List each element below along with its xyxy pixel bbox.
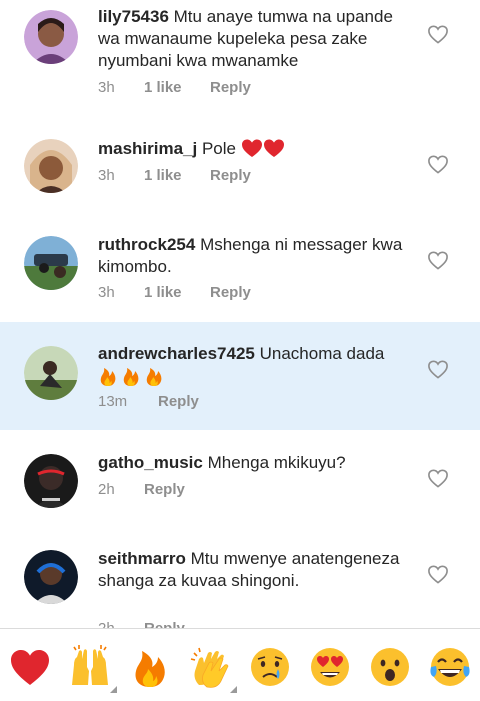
heart-eyes-face-icon[interactable] [308, 645, 352, 689]
red-heart-emoji-icon [241, 138, 285, 158]
comment-username[interactable]: seithmarro [98, 549, 186, 568]
comment-meta: 13m Reply [98, 393, 199, 410]
comment-item: seithmarro Mtu mwenye anatengeneza shang… [0, 530, 480, 628]
comment-likes[interactable]: 1 like [144, 167, 210, 184]
avatar[interactable] [24, 139, 78, 193]
raising-hands-icon[interactable] [68, 645, 112, 689]
comment-meta: 3h 1 like Reply [98, 167, 251, 184]
like-heart-icon[interactable] [427, 24, 449, 44]
comment-item: mashirima_j Pole 3h 1 like Reply [0, 108, 480, 216]
clapping-hands-icon[interactable] [189, 645, 233, 689]
comment-meta: 3h 1 like Reply [98, 284, 251, 301]
comment-item: ruthrock254 Mshenga ni messager kwa kimo… [0, 216, 480, 322]
comment-time: 13m [98, 393, 128, 410]
avatar[interactable] [24, 454, 78, 508]
comment-likes[interactable]: 1 like [144, 79, 210, 96]
comment-text-block: seithmarro Mtu mwenye anatengeneza shang… [98, 548, 416, 592]
avatar[interactable] [24, 236, 78, 290]
comment-time: 3h [98, 284, 115, 301]
avatar[interactable] [24, 10, 78, 64]
crying-face-icon[interactable] [248, 645, 292, 689]
comment-text: Pole [201, 139, 236, 158]
comment-time: 2h [98, 620, 144, 628]
skin-tone-indicator-icon [110, 686, 117, 693]
like-heart-icon[interactable] [427, 564, 449, 584]
comment-username[interactable]: andrewcharles7425 [98, 344, 255, 363]
comment-time: 3h [98, 167, 115, 184]
comment-time: 2h [98, 481, 115, 498]
comment-meta: 2h Reply [98, 620, 185, 628]
tears-of-joy-face-icon[interactable] [428, 645, 472, 689]
comments-list[interactable]: lily75436 Mtu anaye tumwa na upande wa m… [0, 0, 480, 628]
reply-button[interactable]: Reply [144, 620, 185, 628]
reply-button[interactable]: Reply [144, 481, 185, 498]
comment-meta: 2h Reply [98, 481, 185, 498]
like-heart-icon[interactable] [427, 359, 449, 379]
fire-emoji-icon [98, 365, 164, 387]
reply-button[interactable]: Reply [210, 79, 251, 96]
fire-icon[interactable] [128, 645, 172, 689]
comment-username[interactable]: mashirima_j [98, 139, 197, 158]
comment-username[interactable]: gatho_music [98, 453, 203, 472]
comment-item: lily75436 Mtu anaye tumwa na upande wa m… [0, 0, 480, 108]
comment-username[interactable]: lily75436 [98, 7, 169, 26]
skin-tone-indicator-icon [230, 686, 237, 693]
avatar[interactable] [24, 550, 78, 604]
comment-text-block: mashirima_j Pole [98, 138, 416, 160]
comment-text: Mhenga mkikuyu? [207, 453, 346, 472]
red-heart-icon[interactable] [8, 645, 52, 689]
like-heart-icon[interactable] [427, 154, 449, 174]
like-heart-icon[interactable] [427, 250, 449, 270]
comment-text-block: ruthrock254 Mshenga ni messager kwa kimo… [98, 234, 416, 278]
comment-text-block: andrewcharles7425 Unachoma dada [98, 343, 416, 390]
comment-item: gatho_music Mhenga mkikuyu? 2h Reply [0, 430, 480, 530]
comment-username[interactable]: ruthrock254 [98, 235, 195, 254]
comment-time: 3h [98, 79, 115, 96]
reply-button[interactable]: Reply [158, 393, 199, 410]
comment-likes[interactable]: 1 like [144, 284, 210, 301]
surprised-face-icon[interactable] [368, 645, 412, 689]
comment-item-highlighted: andrewcharles7425 Unachoma dada 13m Repl… [0, 322, 480, 430]
avatar[interactable] [24, 346, 78, 400]
comment-text-block: lily75436 Mtu anaye tumwa na upande wa m… [98, 6, 416, 72]
reply-button[interactable]: Reply [210, 167, 251, 184]
reply-button[interactable]: Reply [210, 284, 251, 301]
emoji-reaction-bar [0, 628, 480, 701]
like-heart-icon[interactable] [427, 468, 449, 488]
comment-text: Unachoma dada [259, 344, 385, 363]
comment-meta: 3h 1 like Reply [98, 79, 251, 96]
comment-text-block: gatho_music Mhenga mkikuyu? [98, 452, 416, 474]
